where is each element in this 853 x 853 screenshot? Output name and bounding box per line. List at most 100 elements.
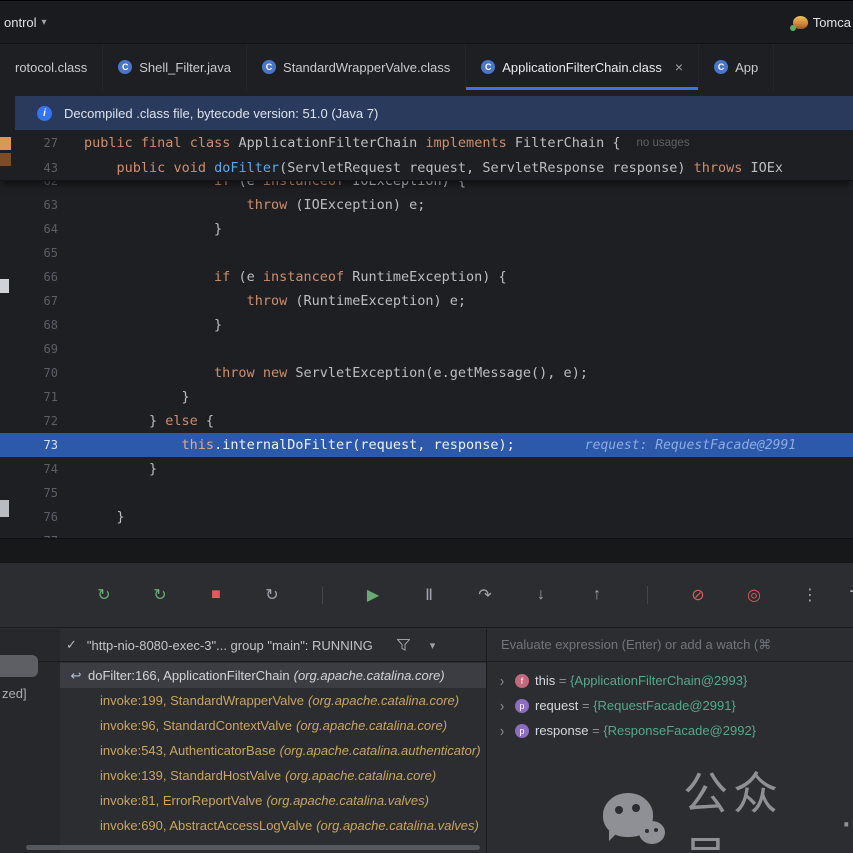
close-tab-icon[interactable]: × — [675, 59, 683, 75]
code-text: throw new ServletException(e.getMessage(… — [214, 365, 588, 381]
debugger-inline-hint: request: RequestFacade@2991 — [584, 437, 797, 453]
variable-row-this[interactable]: › f this = {ApplicationFilterChain@2993} — [487, 668, 853, 693]
frame-package: (org.apache.catalina.valves) — [316, 818, 479, 833]
wechat-watermark: 公众号 · — [603, 757, 853, 853]
expand-chevron-icon[interactable]: › — [495, 722, 509, 740]
code-line-77: 77 — [0, 529, 853, 538]
code-line-73: 73 this.internalDoFilter(request, respon… — [0, 433, 853, 457]
code-text: if (e instanceof IOException) { — [214, 181, 467, 189]
line-number: 73 — [43, 438, 58, 452]
editor-tab-bar: rotocol.class C Shell_Filter.java C Standard… — [0, 44, 853, 90]
frame-package: (org.apache.catalina.core) — [285, 768, 437, 783]
editor-tab-4[interactable]: C App — [699, 44, 775, 90]
toolbar-separator — [322, 586, 323, 604]
frame-package: (org.apache.catalina.core) — [293, 668, 445, 683]
line-number: 68 — [43, 318, 58, 332]
code-line-27: 27 public final class ApplicationFilterCh… — [0, 130, 853, 155]
frame-text: invoke:96, StandardContextValve — [100, 718, 292, 733]
editor-tab-2[interactable]: C StandardWrapperValve.class — [247, 44, 467, 90]
editor-debug-splitter[interactable] — [0, 538, 853, 563]
variable-row-request[interactable]: › p request = {RequestFacade@2991} — [487, 693, 853, 718]
tomcat-run-label: Tomca — [812, 14, 851, 30]
frame-text: doFilter:166, ApplicationFilterChain — [88, 668, 290, 683]
frame-text: invoke:139, StandardHostValve — [100, 768, 282, 783]
code-text: public void doFilter(ServletRequest requ… — [116, 159, 784, 176]
evaluate-expression-input[interactable]: Evaluate expression (Enter) or add a wat… — [487, 629, 853, 662]
line-number: 64 — [43, 222, 58, 236]
step-into-icon[interactable]: ↓ — [527, 586, 555, 604]
code-text: } — [84, 509, 125, 525]
more-icon[interactable]: ⋮ — [796, 585, 824, 605]
horizontal-scrollbar[interactable] — [26, 845, 480, 850]
code-text: } — [84, 461, 158, 477]
resume-icon[interactable]: ▶ — [359, 585, 387, 605]
editor-tab-3[interactable]: C ApplicationFilterChain.class × — [466, 44, 700, 90]
stack-frame-2[interactable]: invoke:96, StandardContextValve (org.apa… — [60, 713, 486, 738]
left-edge-fragment — [0, 137, 11, 150]
variable-name: response — [535, 723, 589, 738]
tab-label: rotocol.class — [15, 59, 88, 75]
left-edge-fragment — [0, 500, 9, 517]
check-icon: ✓ — [66, 637, 77, 652]
code-line-70: 70 throw new ServletException(e.getMessa… — [0, 361, 853, 385]
watermark-text: 公众号 — [683, 768, 784, 853]
view-breakpoints-icon[interactable]: ◎ — [740, 585, 768, 605]
stop-icon[interactable]: ■ — [202, 586, 230, 604]
frame-package: (org.apache.catalina.core) — [308, 693, 460, 708]
run-configuration-label: ontrol — [4, 14, 37, 30]
chevron-down-icon[interactable]: ▾ — [430, 639, 436, 652]
variables-pane: Evaluate expression (Enter) or add a wat… — [487, 629, 853, 853]
frame-text: invoke:199, StandardWrapperValve — [100, 693, 305, 708]
rerun-application-icon[interactable]: ↻ — [146, 585, 174, 605]
variable-row-response[interactable]: › p response = {ResponseFacade@2992} — [487, 718, 853, 743]
cropped-text-fragment: zed] — [2, 686, 27, 701]
usages-hint: no usages — [636, 136, 690, 149]
clipped-line: 62 if (e instanceof IOException) { — [0, 181, 853, 193]
code-line-76: 76 } — [0, 505, 853, 529]
line-number: 62 — [43, 181, 58, 188]
code-editor[interactable]: 27 public final class ApplicationFilterCh… — [0, 130, 853, 538]
line-number: 76 — [43, 510, 58, 524]
cropped-button-fragment — [0, 655, 38, 677]
code-text: } — [84, 317, 223, 333]
variable-name: request — [535, 698, 579, 713]
tomcat-run-widget[interactable]: Tomca — [789, 14, 851, 31]
step-out-icon[interactable]: ↑ — [583, 586, 611, 604]
info-icon: i — [37, 105, 52, 121]
mute-breakpoints-icon[interactable]: ⊘ — [684, 585, 712, 605]
class-icon: C — [714, 60, 729, 74]
expand-chevron-icon[interactable]: › — [495, 697, 509, 715]
run-configuration-widget[interactable]: ontrol ▾ — [4, 15, 47, 30]
code-line-63: 63 throw (IOException) e; — [0, 193, 853, 217]
stack-frame-1[interactable]: invoke:199, StandardWrapperValve (org.ap… — [60, 688, 486, 713]
stack-frame-5[interactable]: invoke:81, ErrorReportValve (org.apache.… — [60, 788, 486, 813]
code-line-43: 43 public void doFilter(ServletRequest r… — [0, 155, 853, 180]
pause-icon[interactable]: Ⅱ — [415, 585, 443, 605]
filter-icon[interactable] — [396, 639, 410, 651]
stack-frame-4[interactable]: invoke:139, StandardHostValve (org.apach… — [60, 763, 486, 788]
debug-toolbar-icons: ↻ ↻ ■ ↻ ▶ Ⅱ ↷ ↓ ↑ ⊘ ◎ ⋮ — [90, 585, 824, 605]
refresh-icon[interactable]: ↻ — [258, 585, 286, 605]
code-line-75: 75 — [0, 481, 853, 505]
frame-package: (org.apache.catalina.core) — [296, 718, 448, 733]
debug-toolbar: ↻↻■↻▶Ⅱ↷↓↑⊘◎⋮ Threads & VariablesServerTo… — [0, 563, 853, 628]
frame-text: invoke:543, AuthenticatorBase — [100, 743, 276, 758]
code-text: if (e instanceof RuntimeException) { — [214, 269, 507, 285]
debug-panel: ↻↻■↻▶Ⅱ↷↓↑⊘◎⋮ Threads & VariablesServerTo… — [0, 563, 853, 853]
code-text: } — [84, 389, 190, 405]
thread-selector[interactable]: ✓ "http-nio-8080-exec-3"... group "main"… — [0, 629, 486, 662]
editor-tab-0[interactable]: rotocol.class — [0, 44, 104, 90]
expand-chevron-icon[interactable]: › — [495, 672, 509, 690]
wechat-logo-icon — [603, 791, 667, 853]
frames-pane: ✓ "http-nio-8080-exec-3"... group "main"… — [0, 629, 487, 853]
stack-frame-6[interactable]: invoke:690, AbstractAccessLogValve (org.… — [60, 813, 486, 838]
thread-status-text: "http-nio-8080-exec-3"... group "main": … — [86, 637, 373, 653]
code-line-69: 69 — [0, 337, 853, 361]
rerun-icon[interactable]: ↻ — [90, 585, 118, 605]
editor-tab-1[interactable]: C Shell_Filter.java — [103, 44, 248, 90]
stack-frame-0[interactable]: ↩ doFilter:166, ApplicationFilterChain (o… — [60, 663, 486, 688]
stack-frame-3[interactable]: invoke:543, AuthenticatorBase (org.apach… — [60, 738, 486, 763]
variables-list: › f this = {ApplicationFilterChain@2993} › p… — [487, 662, 853, 743]
step-over-icon[interactable]: ↷ — [471, 585, 499, 605]
tab-label: StandardWrapperValve.class — [283, 59, 451, 75]
